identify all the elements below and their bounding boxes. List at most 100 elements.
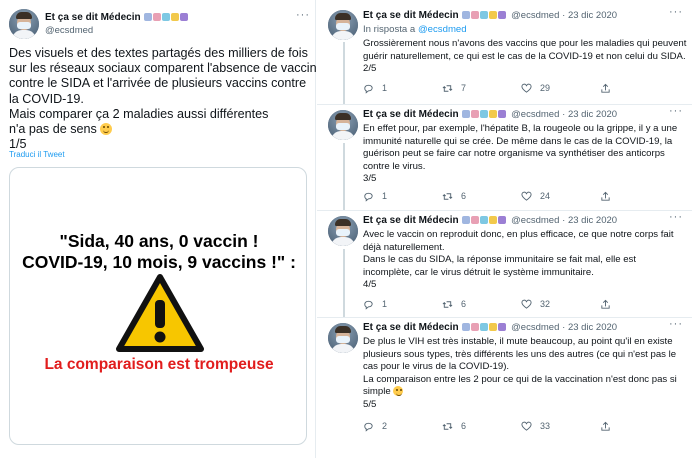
author-avatar[interactable] (328, 10, 358, 40)
author-name-text[interactable]: Et ça se dit Médecin (363, 10, 459, 21)
tweet-line: Grossièrement nous n'avons des vaccins q… (363, 38, 687, 49)
more-options-icon[interactable]: ··· (296, 9, 310, 21)
tweet-date[interactable]: · 23 dic 2020 (562, 10, 617, 21)
ambulance-emoji-icon (153, 13, 162, 21)
tweet-actions: 1 6 24 (363, 189, 663, 203)
tweet-line: contre le SIDA et l'arrivée de plusieurs… (9, 76, 307, 91)
more-options-icon[interactable]: ··· (669, 6, 683, 18)
tweet-line: contre le virus. (363, 160, 426, 172)
author-name-text[interactable]: Et ça se dit Médecin (363, 322, 459, 333)
tweet-media-image[interactable]: "Sida, 40 ans, 0 vaccin ! COVID-19, 10 m… (9, 167, 307, 445)
tweet-line: cas pour le virus de la COVID-19). (363, 361, 510, 373)
thread-tweet[interactable]: Et ça se dit Médecin @ecsdmed · 23 dic 2… (317, 211, 692, 317)
tweet-date[interactable]: · 23 dic 2020 (562, 215, 617, 226)
medical-emoji-icon (498, 323, 507, 331)
author-avatar[interactable] (328, 323, 358, 353)
thread-connector (343, 249, 345, 317)
books-emoji-icon (480, 11, 489, 19)
retweet-button[interactable]: 7 (442, 81, 466, 95)
tweet-line: En effet pour, par exemple, l'hépatite B… (363, 123, 678, 134)
like-count: 33 (540, 421, 551, 431)
media-caption: La comparaison est trompeuse (44, 356, 274, 373)
author-avatar[interactable] (328, 110, 358, 140)
like-button[interactable]: 33 (521, 419, 550, 433)
share-button[interactable] (600, 419, 619, 433)
more-options-icon[interactable]: ··· (669, 318, 683, 330)
thread-connector (343, 42, 345, 104)
reply-icon (364, 422, 373, 432)
reply-button[interactable]: 1 (363, 81, 387, 95)
heart-icon (521, 83, 532, 93)
tweet-line: incomplète, car le virus détruit le syst… (363, 266, 594, 278)
tweet-header: Et ça se dit Médecin @ecsdmed · 23 dic 2… (363, 322, 617, 333)
more-options-icon[interactable]: ··· (669, 105, 683, 117)
share-button[interactable] (600, 189, 619, 203)
retweet-button[interactable]: 6 (442, 189, 466, 203)
author-handle[interactable]: @ecsdmed (45, 25, 93, 36)
doctor-emoji-icon (489, 110, 498, 118)
share-button[interactable] (600, 81, 619, 95)
reply-to-line: In risposta a @ecsdmed (363, 24, 467, 35)
tweet-text: De plus le VIH est très instable, il mut… (363, 336, 681, 412)
medical-emoji-icon (180, 13, 189, 21)
ambulance-emoji-icon (471, 323, 480, 331)
ambulance-emoji-icon (471, 216, 480, 224)
tweet-line-text: n'a pas de sens (9, 122, 97, 137)
reply-count: 2 (382, 421, 388, 431)
like-count: 24 (540, 191, 551, 201)
author-handle[interactable]: @ecsdmed (511, 322, 559, 333)
tweet-line: Mais comparer ça 2 maladies aussi différ… (9, 106, 269, 121)
reply-button[interactable]: 1 (363, 189, 387, 203)
medical-emoji-icon (498, 11, 507, 19)
author-handle[interactable]: @ecsdmed (511, 215, 559, 226)
name-emojis (143, 12, 189, 23)
ambulance-emoji-icon (471, 110, 480, 118)
author-name[interactable]: Et ça se dit Médecin (45, 12, 189, 23)
medical-emoji-icon (498, 110, 507, 118)
thread-tweet[interactable]: Et ça se dit Médecin @ecsdmed · 23 dic 2… (317, 105, 692, 210)
heart-icon (521, 299, 532, 309)
reply-count: 1 (382, 83, 388, 93)
author-avatar[interactable] (328, 216, 358, 246)
reply-button[interactable]: 1 (363, 297, 387, 311)
translate-tweet-link[interactable]: Traduci il Tweet (9, 150, 65, 159)
tweet-date[interactable]: · 23 dic 2020 (562, 109, 617, 120)
reply-icon (364, 192, 373, 202)
share-button[interactable] (600, 297, 619, 311)
like-button[interactable]: 29 (521, 81, 550, 95)
author-handle[interactable]: @ecsdmed (511, 109, 559, 120)
doctor-emoji-icon (489, 216, 498, 224)
tweet-date[interactable]: · 23 dic 2020 (562, 322, 617, 333)
thread-tweet[interactable]: Et ça se dit Médecin @ecsdmed · 23 dic 2… (317, 318, 692, 458)
more-options-icon[interactable]: ··· (669, 211, 683, 223)
reply-button[interactable]: 2 (363, 419, 387, 433)
doctor-emoji-icon (171, 13, 180, 21)
ambulance-emoji-icon (471, 11, 480, 19)
tweet-header: Et ça se dit Médecin @ecsdmed · 23 dic 2… (363, 109, 617, 120)
retweet-button[interactable]: 6 (442, 419, 466, 433)
warning-triangle-icon (116, 274, 204, 352)
books-emoji-icon (162, 13, 171, 21)
share-icon (601, 83, 610, 93)
books-emoji-icon (480, 323, 489, 331)
reply-to-label: In risposta a (363, 24, 416, 35)
hospital-emoji-icon (462, 110, 471, 118)
tweet-text: Grossièrement nous n'avons des vaccins q… (363, 38, 687, 76)
retweet-icon (442, 300, 453, 308)
author-avatar[interactable] (9, 9, 39, 39)
author-name-text[interactable]: Et ça se dit Médecin (363, 109, 459, 120)
doctor-emoji-icon (489, 323, 498, 331)
like-button[interactable]: 32 (521, 297, 550, 311)
retweet-icon (442, 422, 453, 430)
hospital-emoji-icon (144, 13, 153, 21)
reply-count: 1 (382, 191, 388, 201)
author-name-text[interactable]: Et ça se dit Médecin (363, 215, 459, 226)
like-button[interactable]: 24 (521, 189, 550, 203)
thread-counter: 5/5 (363, 398, 377, 410)
tweet-line: la COVID-19. (9, 91, 84, 106)
author-handle[interactable]: @ecsdmed (511, 10, 559, 21)
reply-to-handle-link[interactable]: @ecsdmed (418, 24, 467, 35)
retweet-button[interactable]: 6 (442, 297, 466, 311)
thread-tweet[interactable]: Et ça se dit Médecin @ecsdmed · 23 dic 2… (317, 0, 692, 104)
worried-face-emoji-icon (393, 386, 404, 397)
